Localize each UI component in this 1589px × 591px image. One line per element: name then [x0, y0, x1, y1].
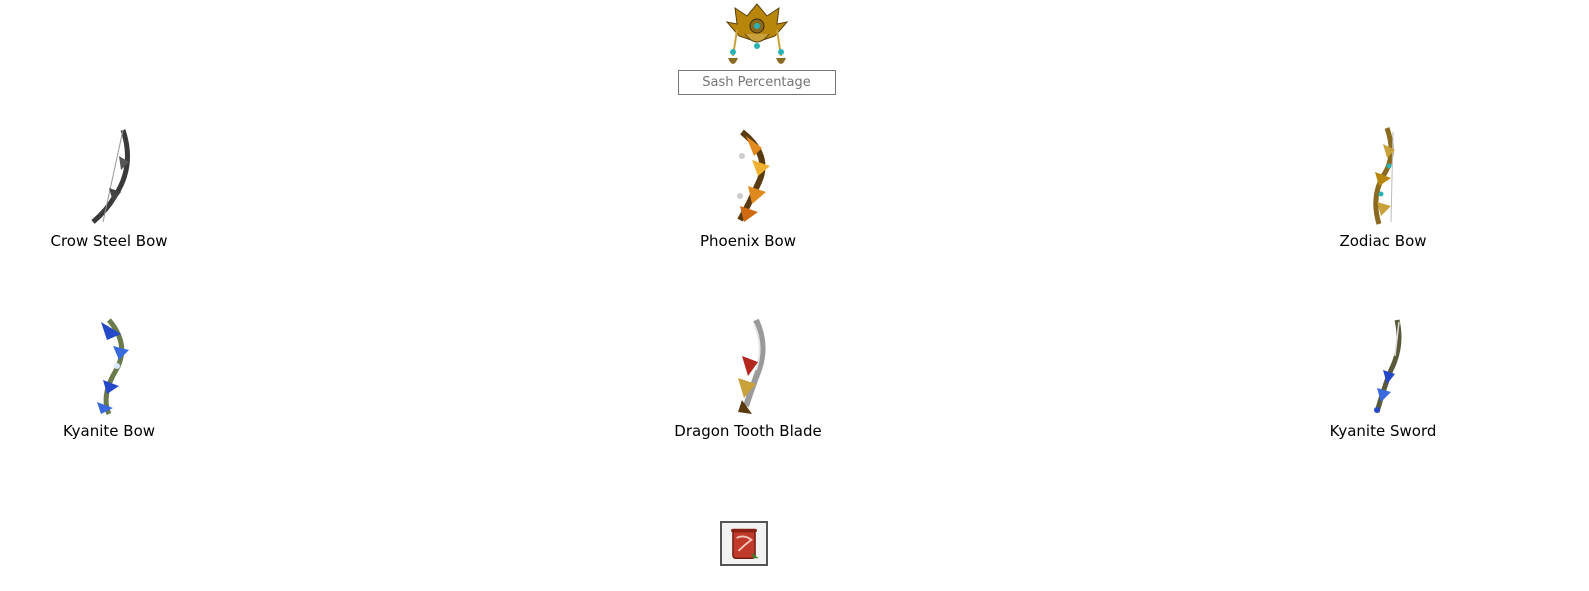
- crow-steel-bow-icon: [91, 129, 130, 224]
- kyanite-sword-icon: [1374, 319, 1402, 413]
- item-label: Zodiac Bow: [1339, 232, 1427, 250]
- item-label: Kyanite Sword: [1329, 422, 1437, 440]
- sash-percentage-input[interactable]: [677, 70, 836, 95]
- dragon-tooth-blade-icon: [738, 318, 766, 414]
- item-label: Kyanite Bow: [62, 422, 156, 440]
- red-scroll-icon: [731, 528, 759, 559]
- item-label: Dragon Tooth Blade: [674, 422, 822, 440]
- phoenix-bow-icon: [737, 129, 770, 222]
- item-label: Crow Steel Bow: [50, 232, 168, 250]
- zodiac-bow-icon: [1373, 127, 1395, 225]
- item-dragon-tooth-blade[interactable]: Dragon Tooth Blade: [648, 316, 848, 440]
- item-zodiac-bow[interactable]: Zodiac Bow: [1283, 126, 1483, 250]
- sash-header: [0, 0, 1513, 95]
- red-scroll-button[interactable]: [720, 521, 768, 566]
- item-phoenix-bow[interactable]: Phoenix Bow: [648, 126, 848, 250]
- item-kyanite-sword[interactable]: Kyanite Sword: [1283, 316, 1483, 440]
- kyanite-bow-icon: [97, 318, 129, 416]
- item-crow-steel-bow[interactable]: Crow Steel Bow: [9, 126, 209, 250]
- ornate-sash-icon: [725, 3, 788, 64]
- item-kyanite-bow[interactable]: Kyanite Bow: [9, 316, 209, 440]
- item-label: Phoenix Bow: [699, 232, 796, 250]
